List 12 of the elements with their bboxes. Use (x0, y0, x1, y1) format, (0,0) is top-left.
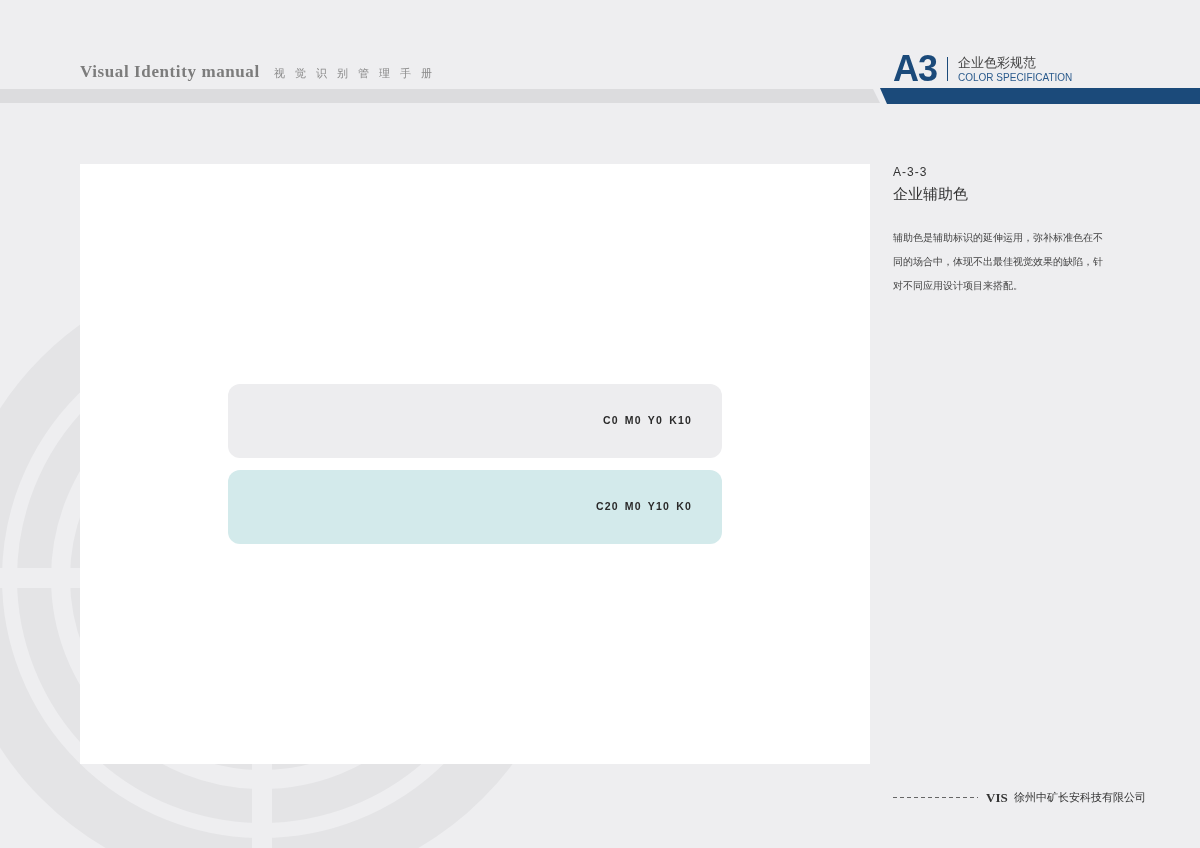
manual-title: Visual Identity manual (80, 60, 260, 83)
swatch-label: C0 M0 Y0 K10 (602, 413, 692, 429)
section-code: A3 (893, 53, 938, 85)
section-number: A-3-3 (893, 164, 929, 180)
section-title: 企业色彩规范 (958, 54, 1038, 71)
swatch-label: C20 M0 Y10 K0 (595, 499, 692, 515)
company-name: 徐州中矿长安科技有限公司 (1013, 790, 1146, 805)
manual-subtitle: 视觉识别管理手册 (273, 65, 442, 82)
section-subtitle: COLOR SPECIFICATION (958, 70, 1073, 84)
description-paragraph: 辅助色是辅助标识的延伸运用，弥补标准色在不同的场合中，体现不出最佳视觉效果的缺陷，针对不同应用设计项目来搭配。 (893, 231, 1104, 293)
footer-mark: VIS (986, 788, 1008, 807)
section-heading: 企业辅助色 (893, 184, 969, 204)
